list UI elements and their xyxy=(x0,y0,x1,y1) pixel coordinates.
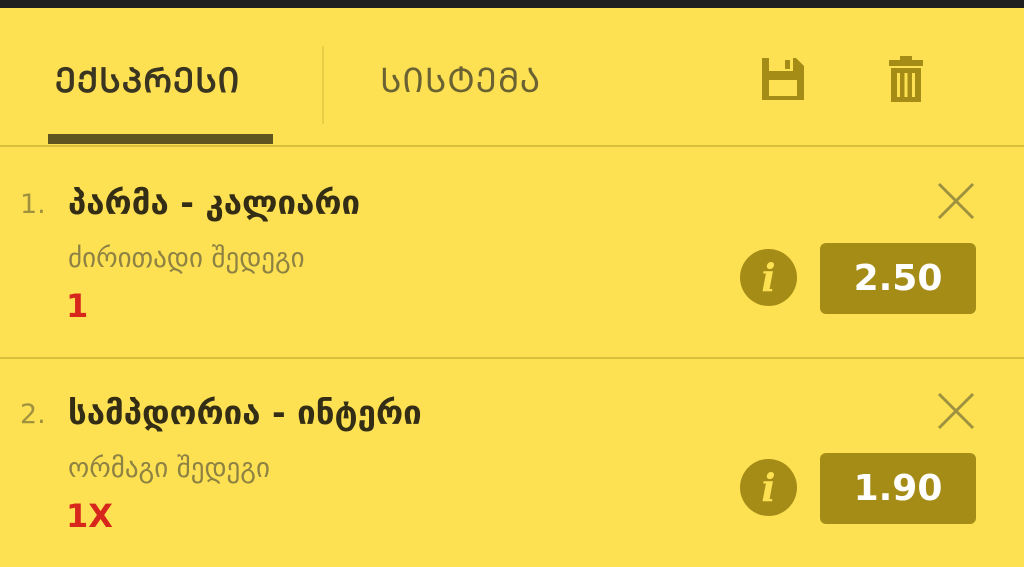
tab-system[interactable]: ᲡᲘᲡᲢᲔᲛᲐ xyxy=(380,56,541,102)
bet-number: 1. xyxy=(20,189,46,220)
remove-bet-close-icon[interactable] xyxy=(936,181,976,221)
tab-express[interactable]: ᲔᲥᲡᲞᲠᲔᲡᲘ xyxy=(55,56,240,102)
bet-number: 2. xyxy=(20,399,46,430)
active-tab-indicator xyxy=(48,134,273,144)
top-status-strip xyxy=(0,0,1024,8)
market-name: ორმაგი შედეგი xyxy=(68,453,270,484)
info-icon[interactable]: i xyxy=(740,249,797,306)
selected-outcome: 1 xyxy=(66,287,89,325)
tab-divider xyxy=(322,46,324,124)
trash-icon[interactable] xyxy=(889,56,923,106)
bet-slip-item: 1. პარმა - კალიარი ძირითადი შედეგი 1 i 2… xyxy=(0,147,1024,359)
save-icon[interactable] xyxy=(760,56,806,106)
match-title: სამპდორია - ინტერი xyxy=(68,393,422,432)
info-icon[interactable]: i xyxy=(740,459,797,516)
odds-button[interactable]: 1.90 xyxy=(820,453,976,524)
odds-button[interactable]: 2.50 xyxy=(820,243,976,314)
market-name: ძირითადი შედეგი xyxy=(68,243,305,274)
remove-bet-close-icon[interactable] xyxy=(936,391,976,431)
selected-outcome: 1X xyxy=(66,497,113,535)
bet-slip-item: 2. სამპდორია - ინტერი ორმაგი შედეგი 1X i… xyxy=(0,357,1024,567)
match-title: პარმა - კალიარი xyxy=(68,183,361,222)
bet-type-tabs: ᲔᲥᲡᲞᲠᲔᲡᲘ ᲡᲘᲡᲢᲔᲛᲐ xyxy=(0,8,1024,147)
